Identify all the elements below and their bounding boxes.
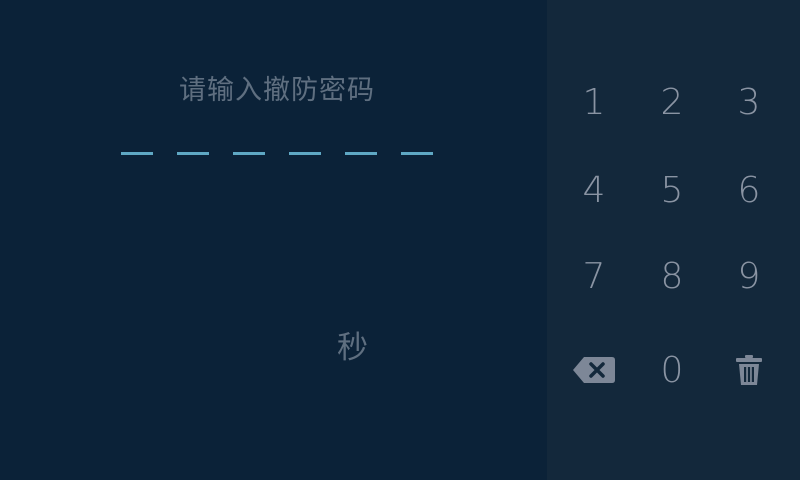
pin-entry-panel: 请输入撤防密码 秒 bbox=[0, 0, 547, 480]
key-3[interactable]: 3 bbox=[712, 68, 786, 136]
key-4[interactable]: 4 bbox=[557, 156, 631, 224]
clear-button[interactable] bbox=[712, 336, 786, 404]
pin-slot bbox=[345, 152, 377, 155]
key-8[interactable]: 8 bbox=[635, 242, 709, 310]
keypad: 1 2 3 4 5 6 7 8 9 0 bbox=[547, 0, 800, 480]
countdown-unit: 秒 bbox=[337, 330, 368, 366]
countdown: 秒 bbox=[300, 322, 405, 367]
key-5[interactable]: 5 bbox=[635, 156, 709, 224]
pin-slot bbox=[233, 152, 265, 155]
key-9[interactable]: 9 bbox=[712, 242, 786, 310]
key-0[interactable]: 0 bbox=[635, 336, 709, 404]
key-1[interactable]: 1 bbox=[557, 68, 631, 136]
pin-input bbox=[121, 152, 433, 155]
key-2[interactable]: 2 bbox=[635, 68, 709, 136]
disarm-screen: 请输入撤防密码 秒 1 2 3 4 5 6 7 8 9 0 bbox=[0, 0, 800, 480]
pin-slot bbox=[289, 152, 321, 155]
key-6[interactable]: 6 bbox=[712, 156, 786, 224]
pin-prompt: 请输入撤防密码 bbox=[179, 75, 375, 106]
trash-icon bbox=[735, 354, 763, 386]
pin-slot bbox=[401, 152, 433, 155]
backspace-button[interactable] bbox=[557, 336, 631, 404]
key-7[interactable]: 7 bbox=[557, 242, 631, 310]
backspace-icon bbox=[572, 356, 616, 384]
pin-slot bbox=[177, 152, 209, 155]
pin-slot bbox=[121, 152, 153, 155]
